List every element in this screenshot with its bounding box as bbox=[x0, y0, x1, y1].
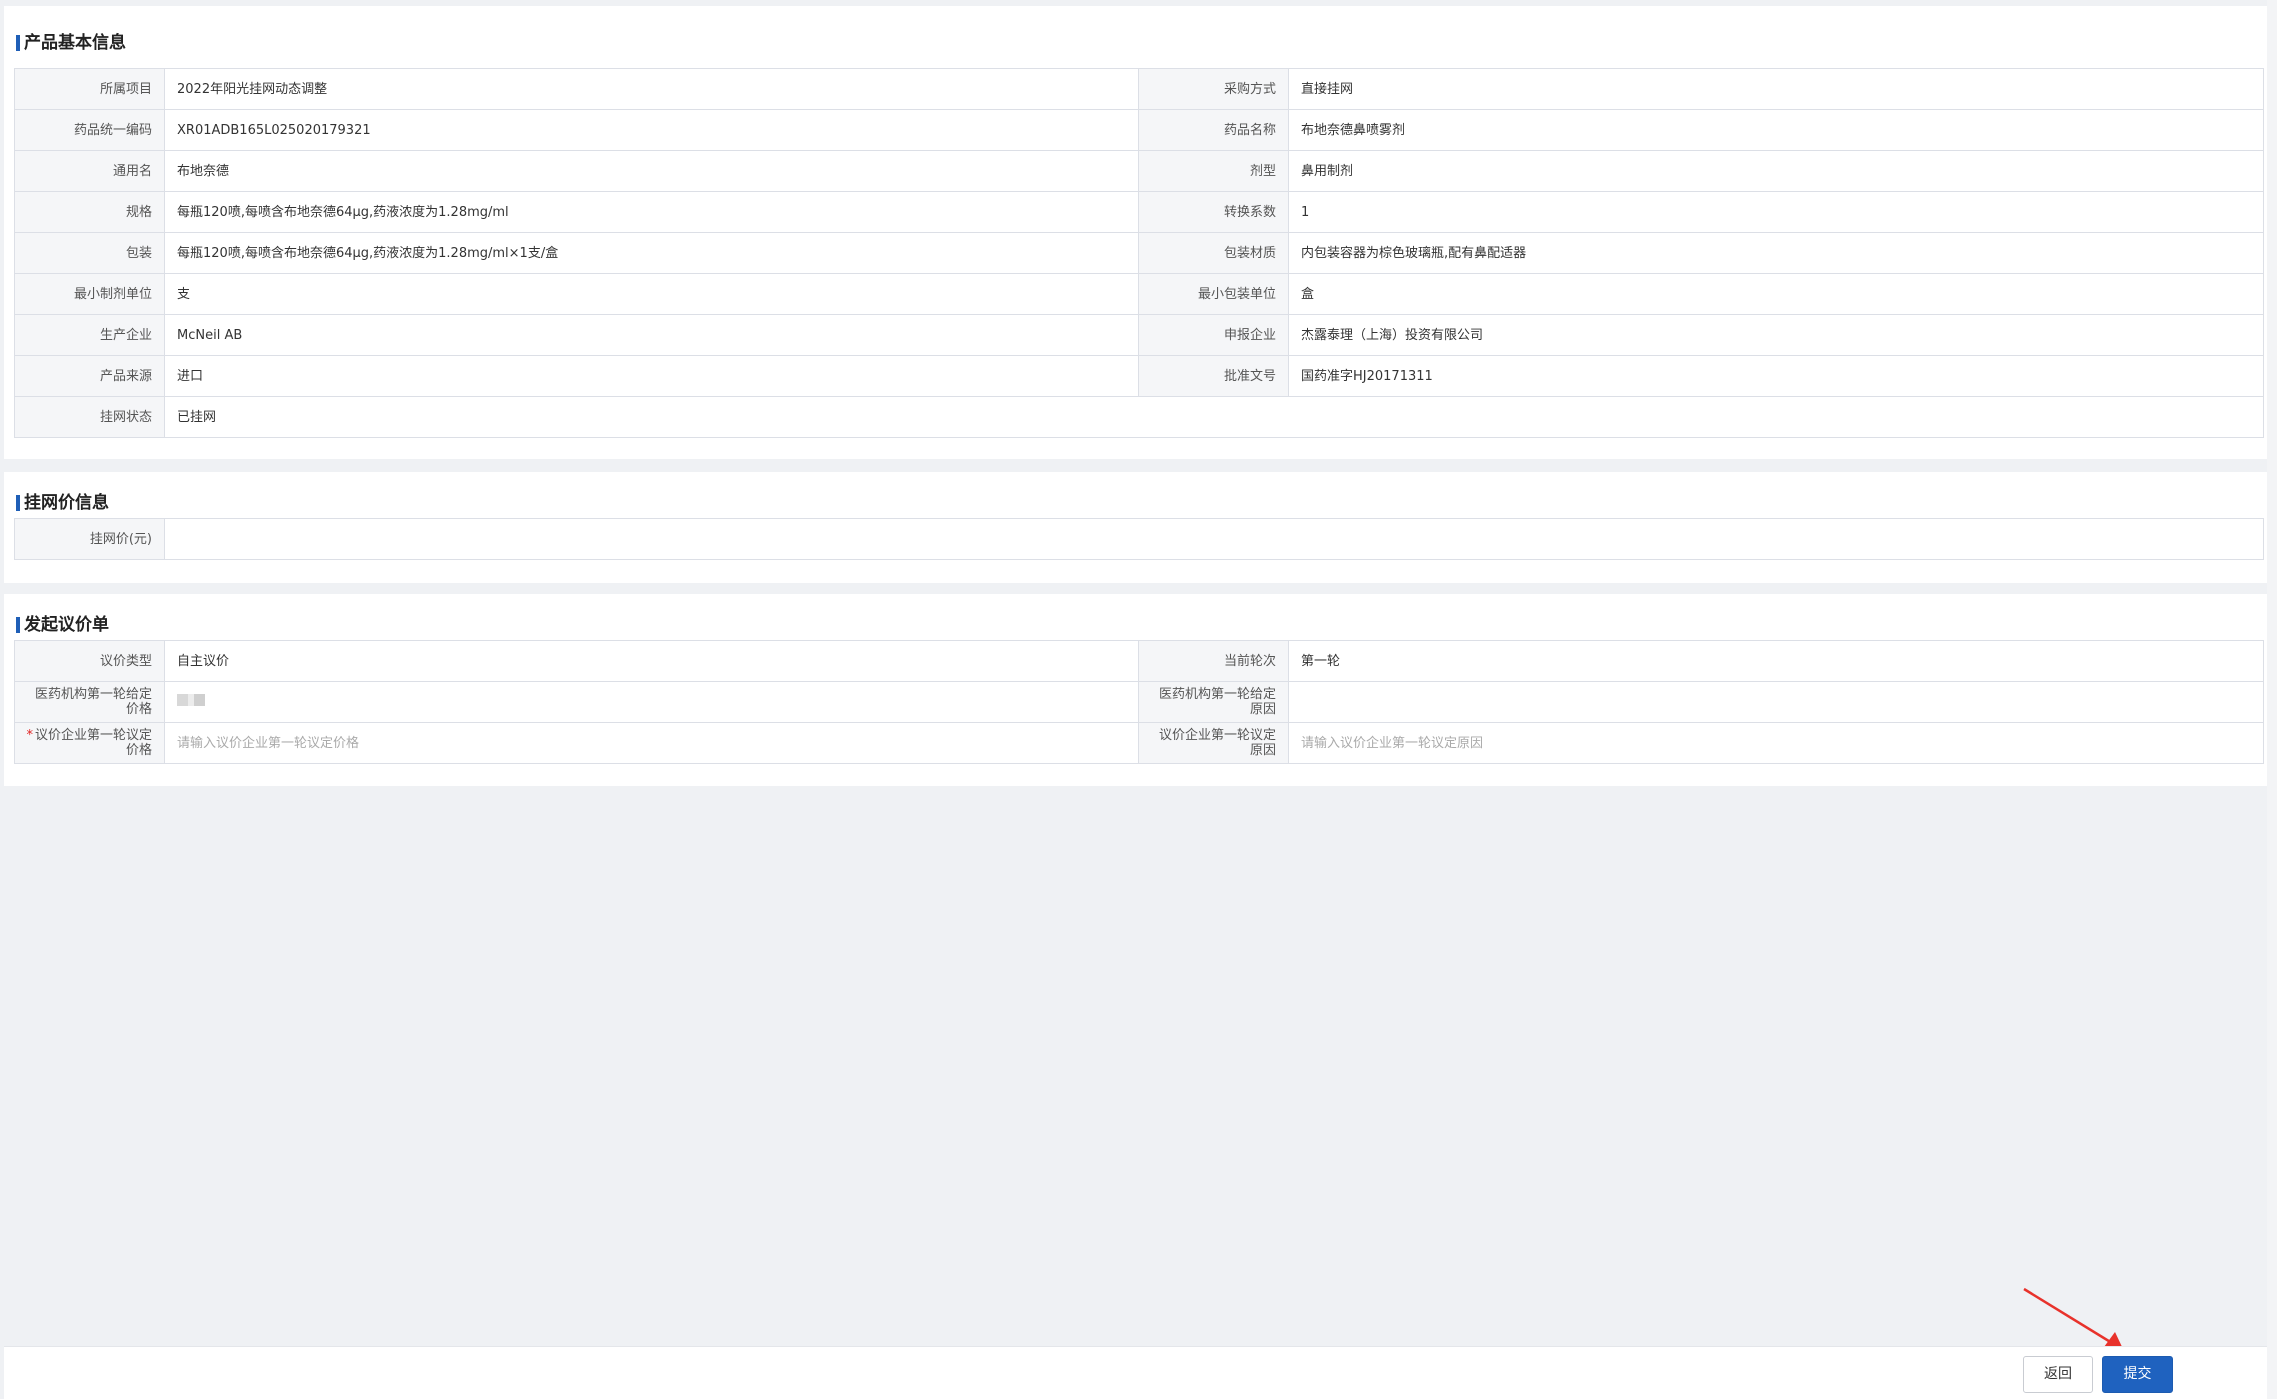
field-label: 药品名称 bbox=[1138, 109, 1289, 151]
enterprise-reason-label: 议价企业第一轮议定原因 bbox=[1138, 722, 1289, 764]
table-row: 生产企业 McNeil AB 申报企业 杰露泰理（上海）投资有限公司 bbox=[14, 314, 2264, 356]
back-button[interactable]: 返回 bbox=[2023, 1356, 2093, 1393]
table-row: 挂网价(元) bbox=[14, 518, 2264, 560]
scrollbar[interactable] bbox=[2267, 0, 2277, 1399]
field-value: 鼻用制剂 bbox=[1288, 150, 2264, 192]
table-row: 医药机构第一轮给定价格 医药机构第一轮给定原因 bbox=[14, 681, 2264, 723]
enterprise-reason-input[interactable]: 请输入议价企业第一轮议定原因 bbox=[1288, 722, 2264, 764]
page: 产品基本信息 所属项目 2022年阳光挂网动态调整 采购方式 直接挂网 药品统一编码 XR… bbox=[0, 0, 2277, 1399]
annotation-arrow-icon bbox=[2023, 1287, 2124, 1351]
table-row: 议价类型 自主议价 当前轮次 第一轮 bbox=[14, 640, 2264, 682]
field-value: 支 bbox=[164, 273, 1139, 315]
required-mark: * bbox=[26, 728, 33, 743]
basic-info-title: 产品基本信息 bbox=[16, 32, 126, 54]
enterprise-price-label-cell: * 议价企业第一轮议定价格 bbox=[14, 722, 165, 764]
current-round-value: 第一轮 bbox=[1288, 640, 2264, 682]
basic-info-table: 所属项目 2022年阳光挂网动态调整 采购方式 直接挂网 药品统一编码 XR01ADB16… bbox=[14, 68, 2264, 438]
field-value: 内包装容器为棕色玻璃瓶,配有鼻配适器 bbox=[1288, 232, 2264, 274]
field-value: 每瓶120喷,每喷含布地奈德64μg,药液浓度为1.28mg/ml bbox=[164, 191, 1139, 233]
institution-reason-label: 医药机构第一轮给定原因 bbox=[1138, 681, 1289, 723]
field-label: 包装 bbox=[14, 232, 165, 274]
table-row: 药品统一编码 XR01ADB165L025020179321 药品名称 布地奈德鼻喷雾… bbox=[14, 109, 2264, 151]
field-value: 杰露泰理（上海）投资有限公司 bbox=[1288, 314, 2264, 356]
table-row: * 议价企业第一轮议定价格 请输入议价企业第一轮议定价格 议价企业第一轮议定原因 … bbox=[14, 722, 2264, 764]
listing-price-value bbox=[164, 518, 2264, 560]
institution-price-value bbox=[164, 681, 1139, 723]
current-round-label: 当前轮次 bbox=[1138, 640, 1289, 682]
field-value: 直接挂网 bbox=[1288, 68, 2264, 110]
negotiation-panel: 发起议价单 议价类型 自主议价 当前轮次 第一轮 医药机构第一轮给定价格 医药机… bbox=[4, 594, 2273, 786]
negotiation-title: 发起议价单 bbox=[16, 614, 109, 636]
negotiation-type-label: 议价类型 bbox=[14, 640, 165, 682]
field-label: 药品统一编码 bbox=[14, 109, 165, 151]
field-label: 所属项目 bbox=[14, 68, 165, 110]
institution-reason-value bbox=[1288, 681, 2264, 723]
field-value: 布地奈德 bbox=[164, 150, 1139, 192]
table-row: 规格 每瓶120喷,每喷含布地奈德64μg,药液浓度为1.28mg/ml 转换系数 1 bbox=[14, 191, 2264, 233]
table-row: 通用名 布地奈德 剂型 鼻用制剂 bbox=[14, 150, 2264, 192]
submit-button[interactable]: 提交 bbox=[2102, 1356, 2173, 1393]
table-row: 所属项目 2022年阳光挂网动态调整 采购方式 直接挂网 bbox=[14, 68, 2264, 110]
negotiation-table: 议价类型 自主议价 当前轮次 第一轮 医药机构第一轮给定价格 医药机构第一轮给定… bbox=[14, 640, 2264, 764]
institution-price-label: 医药机构第一轮给定价格 bbox=[14, 681, 165, 723]
field-label: 剂型 bbox=[1138, 150, 1289, 192]
field-value: XR01ADB165L025020179321 bbox=[164, 109, 1139, 151]
field-label: 包装材质 bbox=[1138, 232, 1289, 274]
field-label: 规格 bbox=[14, 191, 165, 233]
table-row: 最小制剂单位支最小包装单位盒 bbox=[14, 273, 2264, 315]
listing-price-label: 挂网价(元) bbox=[14, 518, 165, 560]
field-label: 采购方式 bbox=[1138, 68, 1289, 110]
footer-bar: 返回 提交 bbox=[4, 1346, 2273, 1399]
basic-info-panel: 产品基本信息 所属项目 2022年阳光挂网动态调整 采购方式 直接挂网 药品统一编码 XR… bbox=[4, 6, 2273, 459]
enterprise-price-input[interactable]: 请输入议价企业第一轮议定价格 bbox=[164, 722, 1139, 764]
field-label: 申报企业 bbox=[1138, 314, 1289, 356]
table-row: 包装 每瓶120喷,每喷含布地奈德64μg,药液浓度为1.28mg/ml×1支/盒… bbox=[14, 232, 2264, 274]
negotiation-type-value: 自主议价 bbox=[164, 640, 1139, 682]
field-label: 通用名 bbox=[14, 150, 165, 192]
table-row: 产品来源 进口 批准文号 国药准字HJ20171311 bbox=[14, 355, 2264, 397]
status-value: 已挂网 bbox=[164, 396, 2264, 438]
field-value: 国药准字HJ20171311 bbox=[1288, 355, 2264, 397]
field-label: 批准文号 bbox=[1138, 355, 1289, 397]
field-value: 每瓶120喷,每喷含布地奈德64μg,药液浓度为1.28mg/ml×1支/盒 bbox=[164, 232, 1139, 274]
price-info-table: 挂网价(元) bbox=[14, 518, 2264, 560]
field-value: 进口 bbox=[164, 355, 1139, 397]
status-label: 挂网状态 bbox=[14, 396, 165, 438]
field-value: McNeil AB bbox=[164, 314, 1139, 356]
enterprise-price-label: 议价企业第一轮议定价格 bbox=[34, 728, 152, 758]
field-value: 1 bbox=[1288, 191, 2264, 233]
field-label: 最小包装单位 bbox=[1138, 273, 1289, 315]
price-info-title: 挂网价信息 bbox=[16, 492, 109, 514]
field-value: 2022年阳光挂网动态调整 bbox=[164, 68, 1139, 110]
field-label: 最小制剂单位 bbox=[14, 273, 165, 315]
field-value: 盒 bbox=[1288, 273, 2264, 315]
field-label: 转换系数 bbox=[1138, 191, 1289, 233]
table-row: 挂网状态 已挂网 bbox=[14, 396, 2264, 438]
field-label: 产品来源 bbox=[14, 355, 165, 397]
masked-value bbox=[177, 694, 205, 706]
price-info-panel: 挂网价信息 挂网价(元) bbox=[4, 472, 2273, 583]
field-value: 布地奈德鼻喷雾剂 bbox=[1288, 109, 2264, 151]
field-label: 生产企业 bbox=[14, 314, 165, 356]
